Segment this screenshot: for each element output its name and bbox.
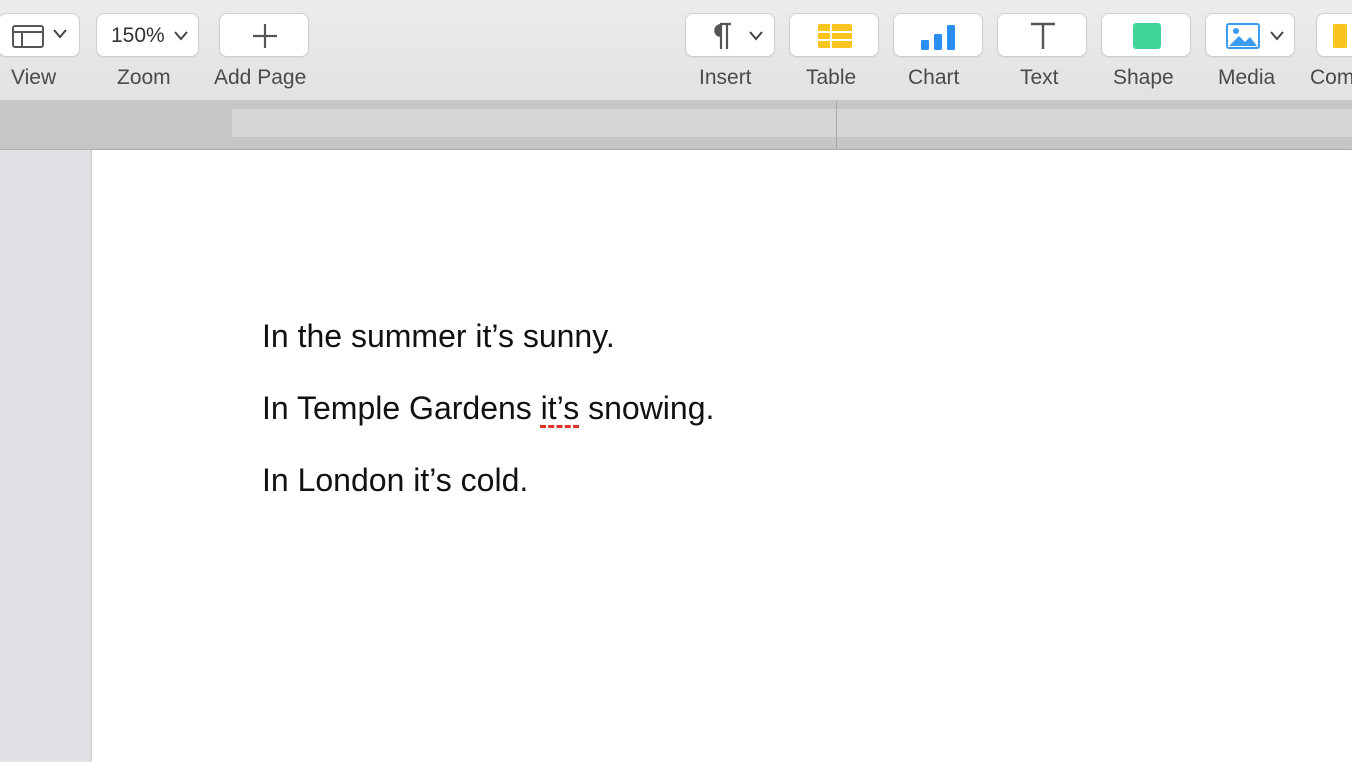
- text-segment: snowing.: [579, 390, 715, 426]
- view-tool: View: [0, 0, 90, 100]
- view-label: View: [11, 66, 57, 89]
- text-tool: Text: [997, 0, 1087, 100]
- toolbar: View 150% Zoom Add Page Insert Table Cha…: [0, 0, 1352, 101]
- zoom-button[interactable]: 150%: [96, 13, 199, 57]
- ruler-divider: [836, 101, 837, 149]
- media-tool: Media: [1205, 0, 1295, 100]
- chart-tool: Chart: [893, 0, 983, 100]
- text-line-1[interactable]: In the summer it’s sunny.: [262, 318, 615, 355]
- plus-icon: [253, 24, 277, 48]
- table-label: Table: [806, 66, 857, 89]
- zoom-label: Zoom: [117, 66, 171, 89]
- insert-button[interactable]: [685, 13, 775, 57]
- media-label: Media: [1218, 66, 1276, 89]
- misspelled-word[interactable]: it’s: [541, 390, 580, 426]
- zoom-tool: 150% Zoom: [95, 0, 199, 100]
- view-button[interactable]: [0, 13, 80, 57]
- shape-label: Shape: [1113, 66, 1174, 89]
- media-button[interactable]: [1205, 13, 1295, 57]
- comment-label: Com: [1310, 66, 1352, 89]
- table-icon: [818, 24, 852, 48]
- comment-button[interactable]: [1316, 13, 1352, 57]
- add-page-button[interactable]: [219, 13, 309, 57]
- comment-icon: [1333, 24, 1347, 48]
- chevron-down-icon: [53, 29, 67, 39]
- bar-chart-icon: [921, 25, 955, 50]
- insert-label: Insert: [699, 66, 752, 89]
- text-t-icon: [1031, 22, 1055, 49]
- chevron-down-icon: [174, 31, 188, 41]
- shape-tool: Shape: [1101, 0, 1191, 100]
- chart-label: Chart: [908, 66, 960, 89]
- text-label: Text: [1020, 66, 1059, 89]
- shape-square-icon: [1133, 23, 1161, 49]
- photo-icon: [1226, 23, 1260, 49]
- comment-tool: Com: [1310, 0, 1352, 100]
- text-line-3[interactable]: In London it’s cold.: [262, 462, 528, 499]
- text-line-2[interactable]: In Temple Gardens it’s snowing.: [262, 390, 714, 427]
- chevron-down-icon: [1270, 31, 1284, 41]
- zoom-value: 150%: [111, 24, 165, 47]
- horizontal-ruler[interactable]: [232, 109, 1352, 137]
- text-segment: In Temple Gardens: [262, 390, 541, 426]
- insert-tool: Insert: [685, 0, 775, 100]
- chart-button[interactable]: [893, 13, 983, 57]
- table-button[interactable]: [789, 13, 879, 57]
- document-page[interactable]: [92, 150, 1352, 762]
- text-button[interactable]: [997, 13, 1087, 57]
- add-page-tool: Add Page: [213, 0, 317, 100]
- shape-button[interactable]: [1101, 13, 1191, 57]
- add-page-label: Add Page: [214, 66, 307, 89]
- pilcrow-icon: [714, 22, 731, 49]
- chevron-down-icon: [749, 31, 763, 41]
- sidebar-layout-icon: [12, 25, 44, 48]
- table-tool: Table: [789, 0, 879, 100]
